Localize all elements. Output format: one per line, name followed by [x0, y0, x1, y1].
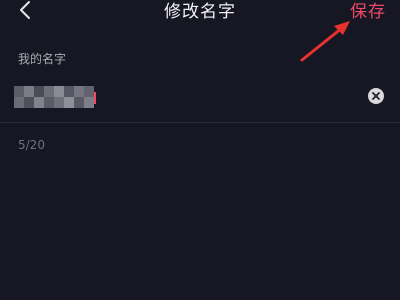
top-navigation-bar: 修改名字 保存 — [0, 0, 400, 26]
name-field-label: 我的名字 — [18, 52, 67, 66]
save-button[interactable]: 保存 — [350, 0, 386, 22]
input-divider — [0, 122, 400, 123]
clear-circle-icon — [372, 92, 380, 100]
name-input-row — [0, 78, 400, 116]
clear-button[interactable] — [368, 88, 384, 104]
character-counter: 5/20 — [18, 138, 45, 152]
name-input[interactable] — [14, 82, 348, 114]
page-title: 修改名字 — [164, 2, 236, 22]
